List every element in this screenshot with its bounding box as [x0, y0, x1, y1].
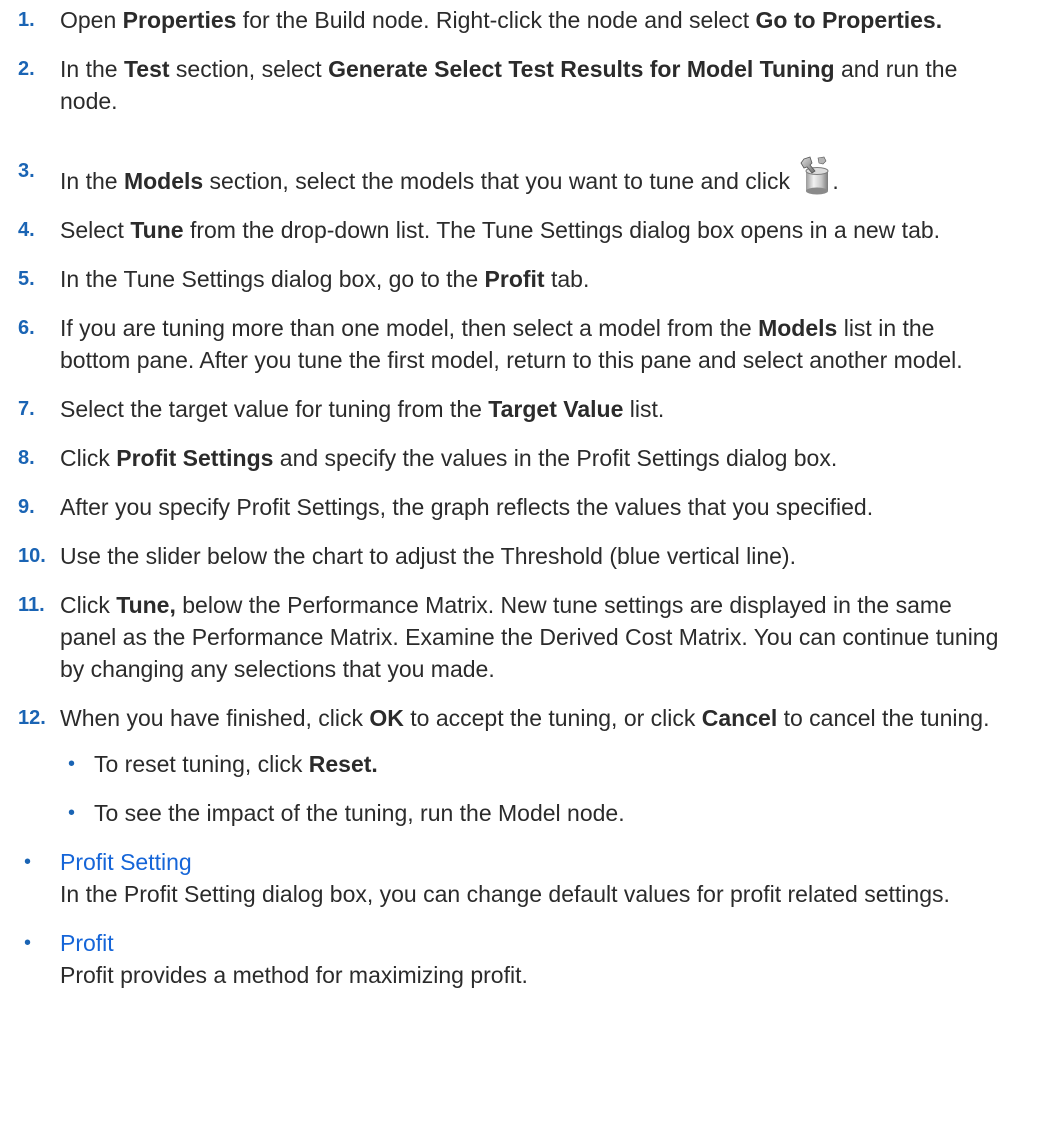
step-number: 12. [18, 707, 46, 729]
step-number: 5. [18, 268, 35, 290]
bold-term: Cancel [701, 705, 778, 731]
step-text: Click [60, 445, 117, 471]
procedure-step: 5. In the Tune Settings dialog box, go to… [0, 263, 1047, 295]
tune-settings-icon[interactable] [798, 155, 832, 195]
step-text: Use the slider below the chart to adjust… [60, 543, 796, 569]
bold-term: Generate Select Test Results for Model T… [328, 56, 835, 82]
bullet-icon: • [24, 932, 32, 954]
related-topic-description: Profit provides a method for maximizing … [60, 962, 528, 988]
bold-term: Go to Properties. [755, 7, 943, 33]
step-text: . [832, 168, 839, 194]
step-text: from the drop-down list. The Tune Settin… [183, 217, 941, 243]
step-text: Select the target value for tuning from … [60, 396, 489, 422]
step-number: 2. [18, 58, 35, 80]
related-topic-item: • Profit Setting In the Profit Setting dia… [0, 846, 1047, 910]
bullet-icon: • [68, 753, 76, 775]
step-text: Open [60, 7, 123, 33]
step-text: To reset tuning, click [94, 751, 309, 777]
step-body: Click Tune, below the Performance Matrix… [60, 592, 998, 682]
step-text: Click [60, 592, 117, 618]
bold-term: Models [123, 168, 204, 194]
step-number: 11. [18, 594, 45, 616]
step-number: 3. [18, 160, 35, 182]
related-topic-description: In the Profit Setting dialog box, you ca… [60, 881, 950, 907]
step-body: When you have finished, click OK to acce… [60, 705, 989, 731]
bold-term: Profit [484, 266, 545, 292]
procedure-step: 10. Use the slider below the chart to adj… [0, 540, 1047, 572]
related-topic-item: • Profit Profit provides a method for maxi… [0, 927, 1047, 991]
bold-term: Properties [122, 7, 237, 33]
step-body: In the Models section, select the models… [60, 156, 839, 195]
procedure-step: 9. After you specify Profit Settings, the… [0, 491, 1047, 523]
step-text: If you are tuning more than one model, t… [60, 315, 759, 341]
step-body: In the Test section, select Generate Sel… [60, 56, 957, 114]
document-page: 1. Open Properties for the Build node. Ri… [0, 0, 1047, 991]
procedure-step: 1. Open Properties for the Build node. Ri… [0, 4, 1047, 36]
step-body: Open Properties for the Build node. Righ… [60, 7, 942, 33]
bold-term: Profit Settings [116, 445, 274, 471]
step-body: In the Tune Settings dialog box, go to t… [60, 266, 589, 292]
step-text: In the [60, 56, 124, 82]
step-text: to accept the tuning, or click [403, 705, 702, 731]
step-text: section, select the models that you want… [203, 168, 797, 194]
step-text: and specify the values in the Profit Set… [273, 445, 838, 471]
step-body: Select the target value for tuning from … [60, 396, 664, 422]
bold-term: OK [369, 705, 404, 731]
procedure-step: 8. Click Profit Settings and specify the … [0, 442, 1047, 474]
step-text: After you specify Profit Settings, the g… [60, 494, 874, 520]
sub-step: • To see the impact of the tuning, run th… [60, 797, 1007, 829]
step-number: 1. [18, 9, 35, 31]
procedure-step: 12. When you have finished, click OK to a… [0, 702, 1047, 829]
bold-term: Tune, [116, 592, 176, 618]
procedure-step: 6. If you are tuning more than one model,… [0, 312, 1047, 376]
step-text: section, select [169, 56, 329, 82]
sub-step: • To reset tuning, click Reset. [60, 748, 1007, 780]
step-body: Click Profit Settings and specify the va… [60, 445, 837, 471]
step-text: In the [60, 168, 124, 194]
procedure-step: 2. In the Test section, select Generate S… [0, 53, 1047, 117]
step-text: list. [623, 396, 665, 422]
step-text: Select [60, 217, 131, 243]
step-text: for the Build node. Right-click the node… [236, 7, 756, 33]
sub-step-list: • To reset tuning, click Reset. • To see th… [60, 748, 1007, 829]
step-number: 8. [18, 447, 35, 469]
step-number: 6. [18, 317, 35, 339]
step-number: 7. [18, 398, 35, 420]
bold-term: Models [758, 315, 838, 341]
step-body: If you are tuning more than one model, t… [60, 315, 963, 373]
step-text: In the Tune Settings dialog box, go to t… [60, 266, 485, 292]
step-text: To see the impact of the tuning, run the… [94, 800, 625, 826]
bold-term: Target Value [488, 396, 624, 422]
procedure-step: 7. Select the target value for tuning fro… [0, 393, 1047, 425]
step-text: tab. [544, 266, 590, 292]
step-number: 4. [18, 219, 35, 241]
bullet-icon: • [68, 802, 76, 824]
step-body: After you specify Profit Settings, the g… [60, 494, 873, 520]
bold-term: Tune [130, 217, 184, 243]
step-text: to cancel the tuning. [777, 705, 990, 731]
step-number: 10. [18, 545, 46, 567]
step-body: Select Tune from the drop-down list. The… [60, 217, 940, 243]
bold-term: Test [123, 56, 170, 82]
procedure-step: 3. In the Models section, select the mode… [0, 155, 1047, 197]
bold-term: Reset. [308, 751, 378, 777]
step-number: 9. [18, 496, 35, 518]
bullet-icon: • [24, 851, 32, 873]
related-topics-list: • Profit Setting In the Profit Setting dia… [0, 846, 1047, 991]
related-topic-link[interactable]: Profit Setting [60, 846, 1007, 878]
step-text: When you have finished, click [60, 705, 370, 731]
procedure-steps: 1. Open Properties for the Build node. Ri… [0, 4, 1047, 829]
procedure-step: 4. Select Tune from the drop-down list. T… [0, 214, 1047, 246]
step-text: below the Performance Matrix. New tune s… [60, 592, 999, 682]
step-body: Use the slider below the chart to adjust… [60, 543, 796, 569]
procedure-step: 11. Click Tune, below the Performance Mat… [0, 589, 1047, 685]
related-topic-link[interactable]: Profit [60, 927, 1007, 959]
